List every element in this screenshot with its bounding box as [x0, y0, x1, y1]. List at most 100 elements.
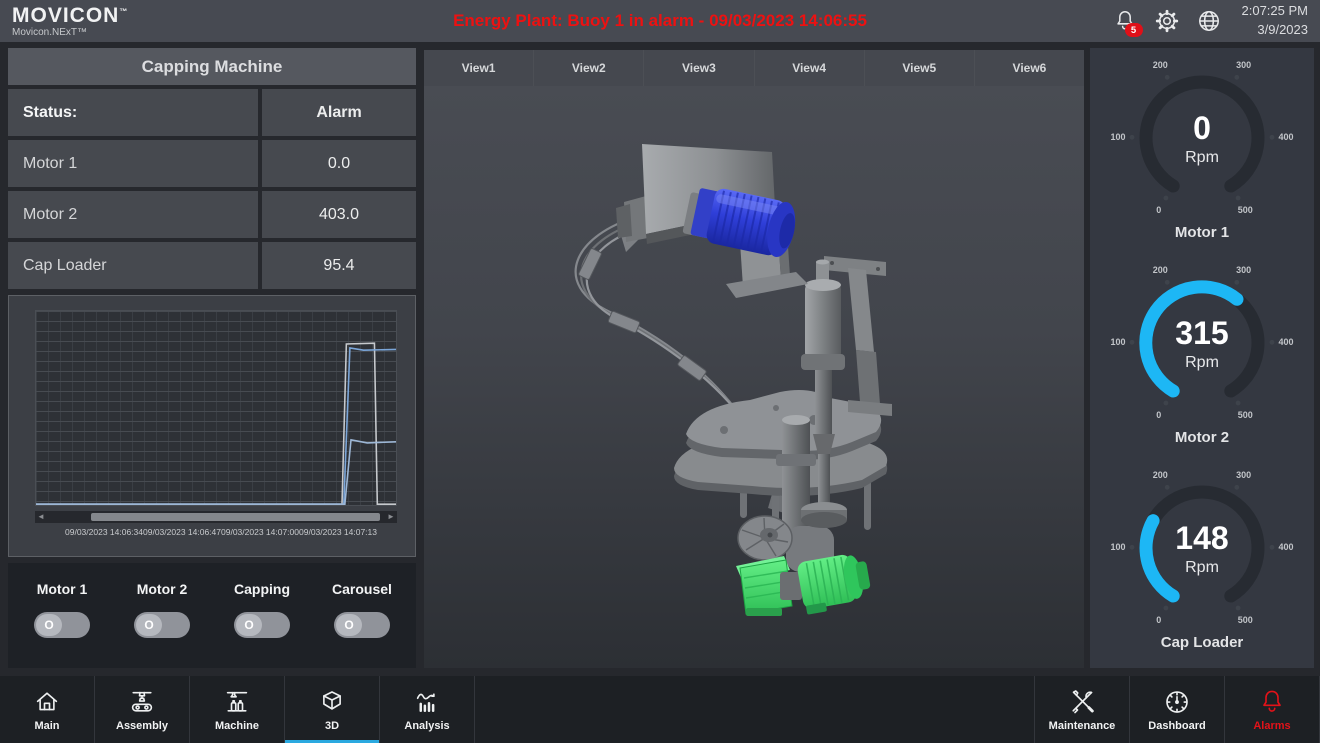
- svg-text:300: 300: [1236, 60, 1251, 70]
- motor1-row-label: Motor 1: [8, 140, 258, 187]
- caploader-row-label: Cap Loader: [8, 242, 258, 289]
- notification-badge: 5: [1125, 23, 1143, 37]
- gauge-unit: Rpm: [1090, 559, 1314, 577]
- trend-scrollbar[interactable]: ◄ ►: [35, 511, 397, 523]
- svg-text:200: 200: [1153, 60, 1168, 70]
- 3d-viewport[interactable]: [424, 86, 1084, 668]
- toggle-knob: O: [236, 614, 262, 636]
- status-row-value: Alarm: [262, 89, 416, 136]
- machine-info-column: Capping Machine Status: Alarm Motor 1 0.…: [8, 48, 416, 668]
- gauge-value: 0: [1090, 110, 1314, 147]
- gauge-dashboard-icon: [1162, 687, 1192, 717]
- time-tick: 09/03/2023 14:07:13: [299, 527, 377, 537]
- switch-group-motor2: Motor 2 O: [112, 581, 212, 638]
- cube-3d-icon: [317, 687, 347, 717]
- gauge-unit: Rpm: [1090, 354, 1314, 372]
- time-tick: 09/03/2023 14:07:00: [221, 527, 299, 537]
- svg-text:500: 500: [1238, 410, 1253, 420]
- time-tick: 09/03/2023 14:06:34: [65, 527, 143, 537]
- toggle-knob: O: [136, 614, 162, 636]
- toggle-knob: O: [36, 614, 62, 636]
- svg-text:0: 0: [1156, 410, 1161, 420]
- motor-switch-panel: Motor 1 O Motor 2 O Capping O: [8, 563, 416, 668]
- 3d-view-section: View1 View2 View3 View4 View5 View6: [424, 50, 1084, 668]
- pulley-3d: [738, 516, 792, 560]
- svg-text:500: 500: [1238, 205, 1253, 215]
- motor2-toggle[interactable]: O: [134, 612, 190, 638]
- tab-view2[interactable]: View2: [534, 50, 644, 86]
- carousel-toggle[interactable]: O: [334, 612, 390, 638]
- motor2-row-label: Motor 2: [8, 191, 258, 238]
- motor1-toggle[interactable]: O: [34, 612, 90, 638]
- nav-item-machine[interactable]: Machine: [190, 676, 285, 743]
- tab-view6[interactable]: View6: [975, 50, 1084, 86]
- settings-button[interactable]: [1154, 8, 1180, 34]
- machine-status-table: Status: Alarm Motor 1 0.0 Motor 2 403.0 …: [8, 89, 416, 289]
- tab-view1[interactable]: View1: [424, 50, 534, 86]
- motor1-row-value: 0.0: [262, 140, 416, 187]
- machine-info-panel: Capping Machine Status: Alarm Motor 1 0.…: [8, 48, 416, 289]
- gauge-column: 0100200300400500 0 Rpm Motor 1 010020030…: [1090, 48, 1314, 668]
- nav-item-alarms[interactable]: Alarms: [1225, 676, 1320, 743]
- movicon-logo: MOVICON™ Movicon.NExT™: [12, 5, 128, 38]
- nav-item-3d[interactable]: 3D: [285, 676, 380, 743]
- trend-chart-panel: ◄ ► 09/03/2023 14:06:34 09/03/2023 14:06…: [8, 295, 416, 557]
- clock-time: 2:07:25 PM: [1242, 2, 1309, 21]
- gauge-name: Motor 2: [1090, 429, 1314, 446]
- caploader-row-value: 95.4: [262, 242, 416, 289]
- motor2-row-value: 403.0: [262, 191, 416, 238]
- gauge-unit: Rpm: [1090, 149, 1314, 167]
- logo-title: MOVICON™: [12, 5, 128, 26]
- time-tick: 09/03/2023 14:06:47: [143, 527, 221, 537]
- gauge-value: 315: [1090, 315, 1314, 352]
- topbar: MOVICON™ Movicon.NExT™ Energy Plant: Buo…: [0, 0, 1320, 42]
- svg-text:300: 300: [1236, 470, 1251, 480]
- gauge-name: Cap Loader: [1090, 634, 1314, 651]
- scrollbar-track[interactable]: [47, 513, 385, 521]
- machine-3d-model: [424, 86, 1084, 668]
- switch-group-capping: Capping O: [212, 581, 312, 638]
- status-row-label: Status:: [8, 89, 258, 136]
- clock-date: 3/9/2023: [1242, 21, 1309, 40]
- tab-view5[interactable]: View5: [865, 50, 975, 86]
- switch-group-motor1: Motor 1 O: [12, 581, 112, 638]
- gauge-motor-1: 0100200300400500 0 Rpm Motor 1: [1090, 52, 1314, 257]
- trend-plot: [35, 310, 397, 506]
- capping-motor-3d: [681, 182, 799, 259]
- switch-label: Motor 1: [37, 581, 88, 597]
- gear-icon: [1154, 8, 1180, 34]
- gauge-cap-loader: 0100200300400500 148 Rpm Cap Loader: [1090, 462, 1314, 667]
- nav-item-assembly[interactable]: Assembly: [95, 676, 190, 743]
- machine-panel-title: Capping Machine: [8, 48, 416, 85]
- svg-text:0: 0: [1156, 615, 1161, 625]
- gauge-value: 148: [1090, 520, 1314, 557]
- nav-item-analysis[interactable]: Analysis: [380, 676, 475, 743]
- nav-item-dashboard[interactable]: Dashboard: [1130, 676, 1225, 743]
- view-tab-bar: View1 View2 View3 View4 View5 View6: [424, 50, 1084, 86]
- globe-icon: [1196, 8, 1222, 34]
- scada-screen: MOVICON™ Movicon.NExT™ Energy Plant: Buo…: [0, 0, 1320, 743]
- scroll-left-arrow[interactable]: ◄: [35, 511, 47, 523]
- gauge-name: Motor 1: [1090, 224, 1314, 241]
- switch-label: Motor 2: [137, 581, 188, 597]
- notifications-button[interactable]: 5: [1112, 8, 1138, 34]
- tab-view3[interactable]: View3: [644, 50, 754, 86]
- assembly-line-icon: [127, 687, 157, 717]
- nav-item-main[interactable]: Main: [0, 676, 95, 743]
- switch-group-carousel: Carousel O: [312, 581, 412, 638]
- clock: 2:07:25 PM 3/9/2023: [1242, 2, 1309, 40]
- svg-text:200: 200: [1153, 265, 1168, 275]
- analysis-chart-icon: [412, 687, 442, 717]
- bottling-machine-icon: [222, 687, 252, 717]
- language-button[interactable]: [1196, 8, 1222, 34]
- gauge-motor-2: 0100200300400500 315 Rpm Motor 2: [1090, 257, 1314, 462]
- scroll-right-arrow[interactable]: ►: [385, 511, 397, 523]
- nav-item-maintenance[interactable]: Maintenance: [1035, 676, 1130, 743]
- bottom-navbar: Main Assembly Machine: [0, 676, 1320, 743]
- topbar-actions: 5 2:07:25 P: [1112, 2, 1309, 40]
- scrollbar-thumb[interactable]: [91, 513, 380, 521]
- capping-toggle[interactable]: O: [234, 612, 290, 638]
- toggle-knob: O: [336, 614, 362, 636]
- svg-text:0: 0: [1156, 205, 1161, 215]
- tab-view4[interactable]: View4: [755, 50, 865, 86]
